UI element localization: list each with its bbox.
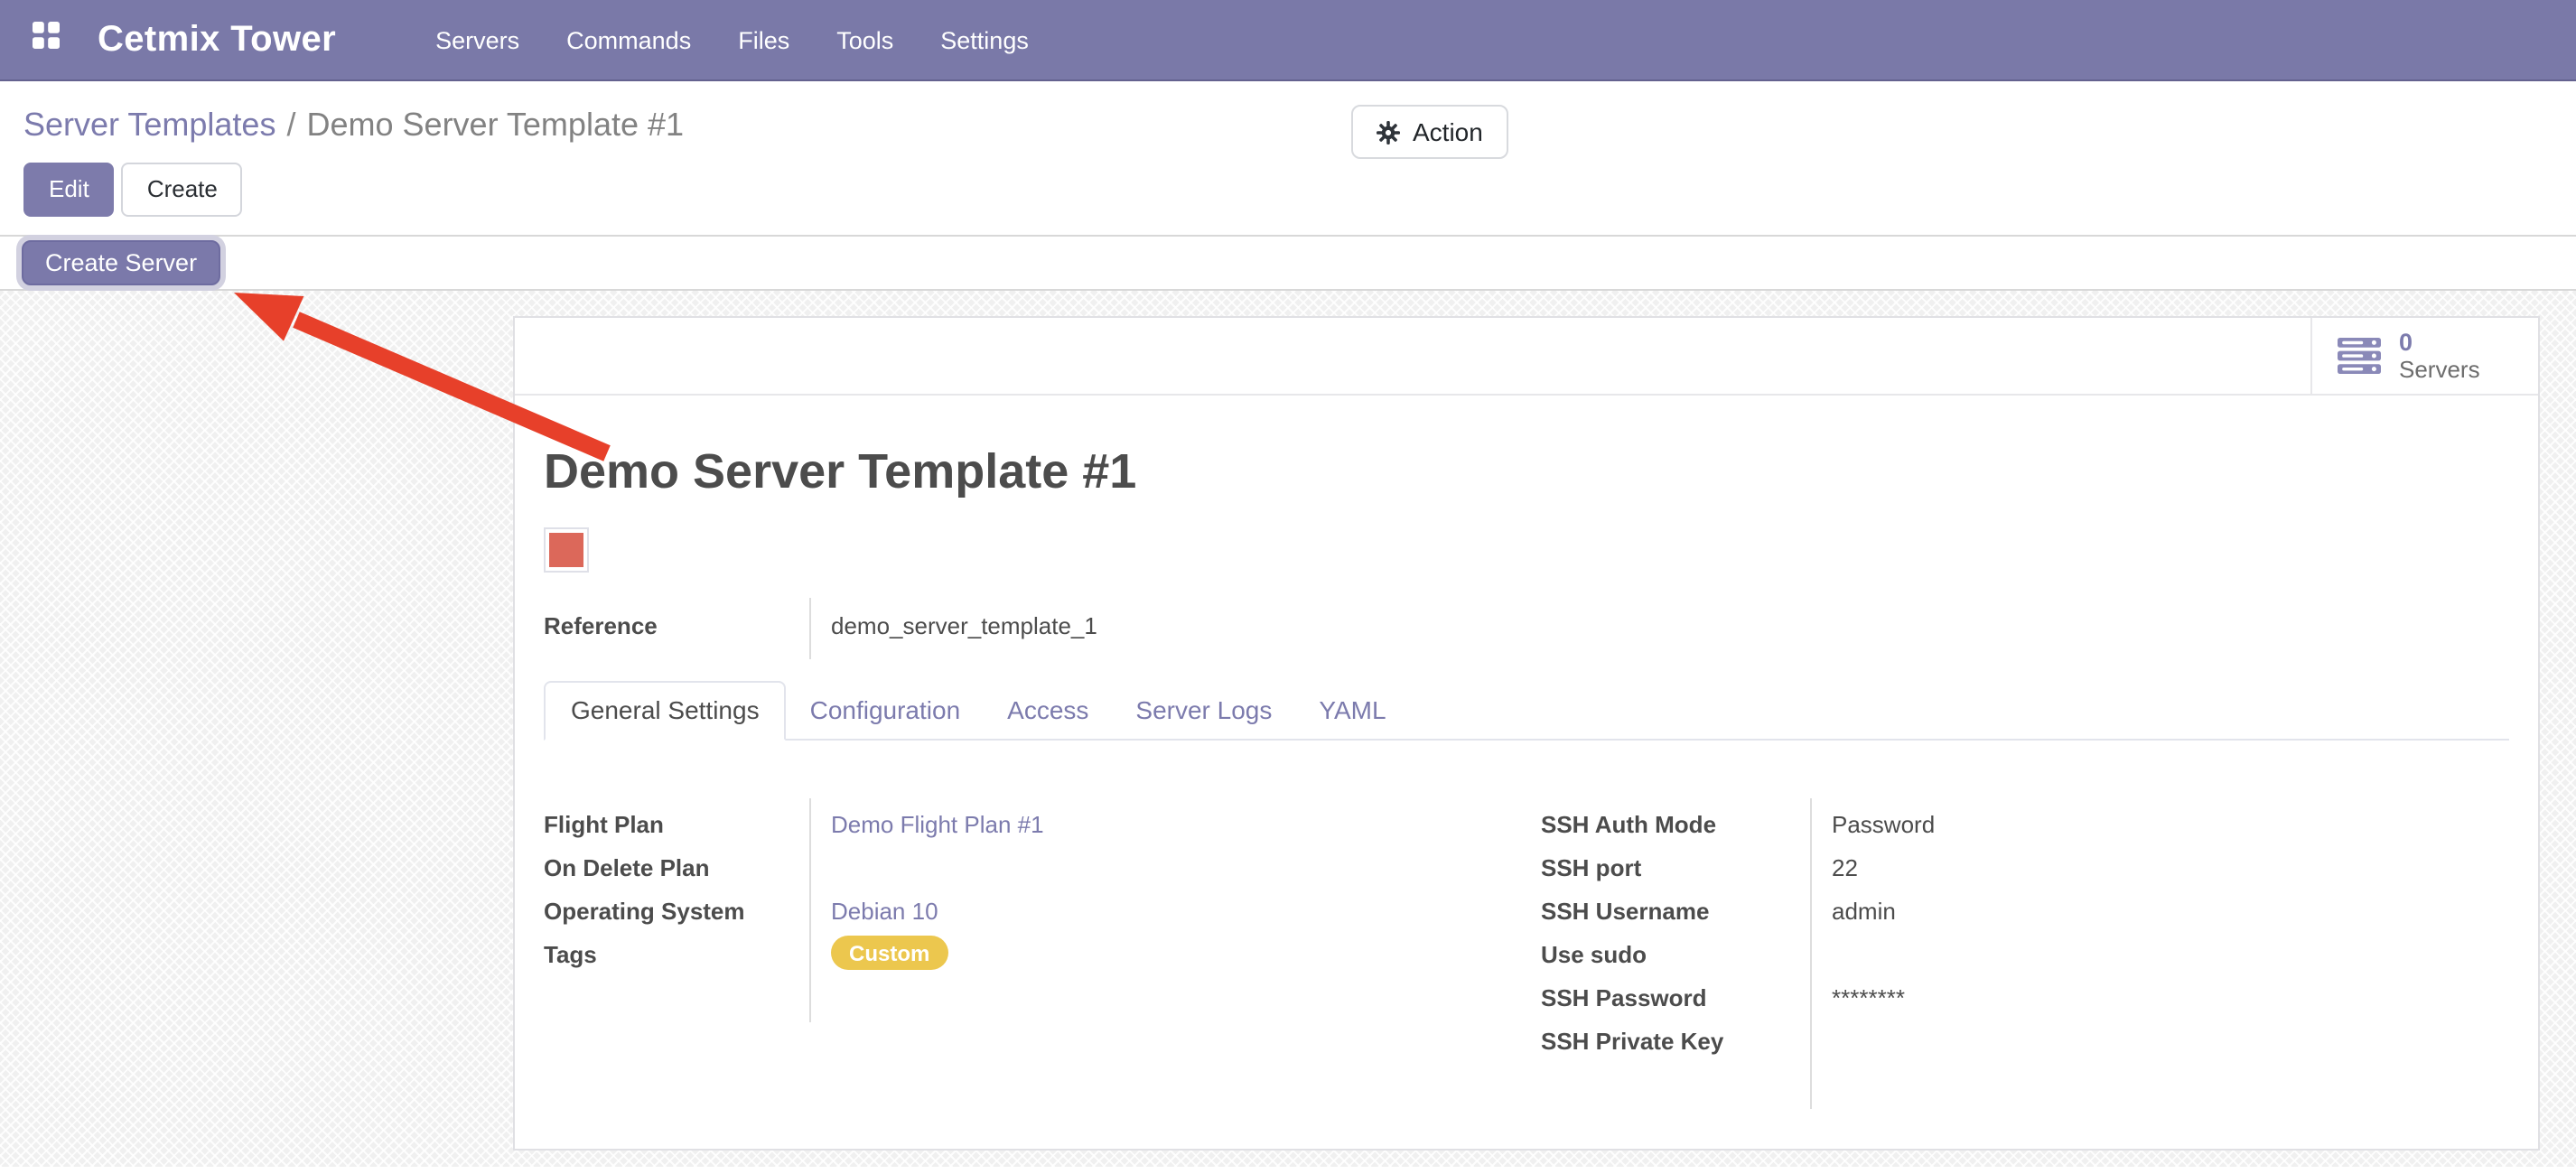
tab-yaml[interactable]: YAML [1295,681,1409,741]
field-row-operating-system: Operating System Debian 10 [544,892,1472,936]
record-color-swatch [549,533,583,567]
field-label: SSH Auth Mode [1541,806,1810,840]
field-label: SSH Password [1541,979,1810,1013]
right-field-group: SSH Auth Mode Password SSH port 22 SSH U… [1541,806,2509,1105]
tag-badge-custom: Custom [831,936,947,970]
record-title: Demo Server Template #1 [544,444,2509,500]
operating-system-link[interactable]: Debian 10 [831,898,938,925]
gear-icon [1377,120,1400,144]
menu-servers[interactable]: Servers [435,26,519,53]
apps-menu-button[interactable] [25,20,65,60]
menu-settings[interactable]: Settings [940,26,1029,53]
create-server-button[interactable]: Create Server [22,240,220,285]
form-view-background: 0 Servers Demo Server Template #1 Refere… [0,291,2576,1167]
action-button[interactable]: Action [1351,105,1508,159]
field-value-empty [1810,1022,1832,1026]
field-value: ******** [1810,979,1905,1013]
field-row-ssh-password: SSH Password ******** [1541,979,2509,1022]
stat-value: 0 [2399,330,2480,355]
form-sheet: 0 Servers Demo Server Template #1 Refere… [513,316,2540,1151]
field-label: Flight Plan [544,806,809,840]
menu-tools[interactable]: Tools [836,26,893,53]
field-value-empty [1810,936,1832,939]
tab-general-settings[interactable]: General Settings [544,681,787,741]
field-row-flight-plan: Flight Plan Demo Flight Plan #1 [544,806,1472,849]
field-label: SSH Private Key [1541,1022,1810,1057]
tab-server-logs[interactable]: Server Logs [1112,681,1295,741]
field-value: Password [1810,806,1935,840]
field-row-reference: Reference demo_server_template_1 [544,607,2509,650]
control-panel: Server Templates / Demo Server Template #1… [0,81,2576,235]
field-row-ssh-private-key: SSH Private Key [1541,1022,2509,1066]
fields-column-right: SSH Auth Mode Password SSH port 22 SSH U… [1526,806,2509,1105]
field-row-ssh-username: SSH Username admin [1541,892,2509,936]
breadcrumb-parent-link[interactable]: Server Templates [23,107,275,143]
action-button-label: Action [1413,117,1483,146]
servers-stat-button[interactable]: 0 Servers [2310,318,2538,394]
field-row-ssh-port: SSH port 22 [1541,849,2509,892]
field-value: demo_server_template_1 [809,607,1097,641]
servers-stat-icon [2338,338,2381,374]
field-label: SSH port [1541,849,1810,883]
sheet-inner: Demo Server Template #1 Reference demo_s… [515,444,2538,1160]
field-value-empty [809,849,831,853]
odoo-page: Cetmix Tower Servers Commands Files Tool… [0,0,2576,1174]
field-separator-line [809,598,811,659]
screenshot-stage: Cetmix Tower Servers Commands Files Tool… [0,0,2576,1174]
breadcrumb-current: Demo Server Template #1 [307,107,685,143]
menu-files[interactable]: Files [738,26,789,53]
field-row-ssh-auth-mode: SSH Auth Mode Password [1541,806,2509,849]
tab-access[interactable]: Access [984,681,1112,741]
statusbar: Create Server [0,235,2576,291]
field-label: Use sudo [1541,936,1810,970]
field-row-use-sudo: Use sudo [1541,936,2509,979]
field-label: Tags [544,936,809,970]
app-brand[interactable]: Cetmix Tower [98,19,336,61]
notebook-tabs: General Settings Configuration Access Se… [544,681,2509,741]
edit-button[interactable]: Edit [23,163,115,217]
breadcrumb-separator: / [286,107,295,143]
fields-column-left: Flight Plan Demo Flight Plan #1 On Delet… [544,806,1526,1105]
reference-field-group: Reference demo_server_template_1 [544,607,2509,650]
left-field-group: Flight Plan Demo Flight Plan #1 On Delet… [544,806,1472,1019]
field-value: admin [1810,892,1896,927]
stat-label: Servers [2399,357,2480,382]
top-navbar: Cetmix Tower Servers Commands Files Tool… [0,0,2576,81]
field-label: Reference [544,607,809,641]
field-separator-line [809,798,811,1022]
stat-text: 0 Servers [2399,330,2480,382]
field-separator-line [1810,798,1812,1109]
tab-configuration[interactable]: Configuration [787,681,985,741]
field-row-on-delete-plan: On Delete Plan [544,849,1472,892]
main-menu: Servers Commands Files Tools Settings [435,26,1029,53]
record-color-picker[interactable] [544,527,589,573]
field-value: 22 [1810,849,1858,883]
menu-commands[interactable]: Commands [566,26,691,53]
field-row-tags: Tags Custom [544,936,1472,979]
flight-plan-link[interactable]: Demo Flight Plan #1 [831,811,1044,838]
general-settings-panel: Flight Plan Demo Flight Plan #1 On Delet… [544,806,2509,1160]
field-label: SSH Username [1541,892,1810,927]
field-label: Operating System [544,892,809,927]
create-button[interactable]: Create [122,163,243,217]
control-panel-buttons: Edit Create [23,163,2553,217]
breadcrumb: Server Templates / Demo Server Template #1 [23,101,2553,148]
button-box: 0 Servers [515,318,2538,396]
apps-grid-icon [32,22,59,58]
field-label: On Delete Plan [544,849,809,883]
